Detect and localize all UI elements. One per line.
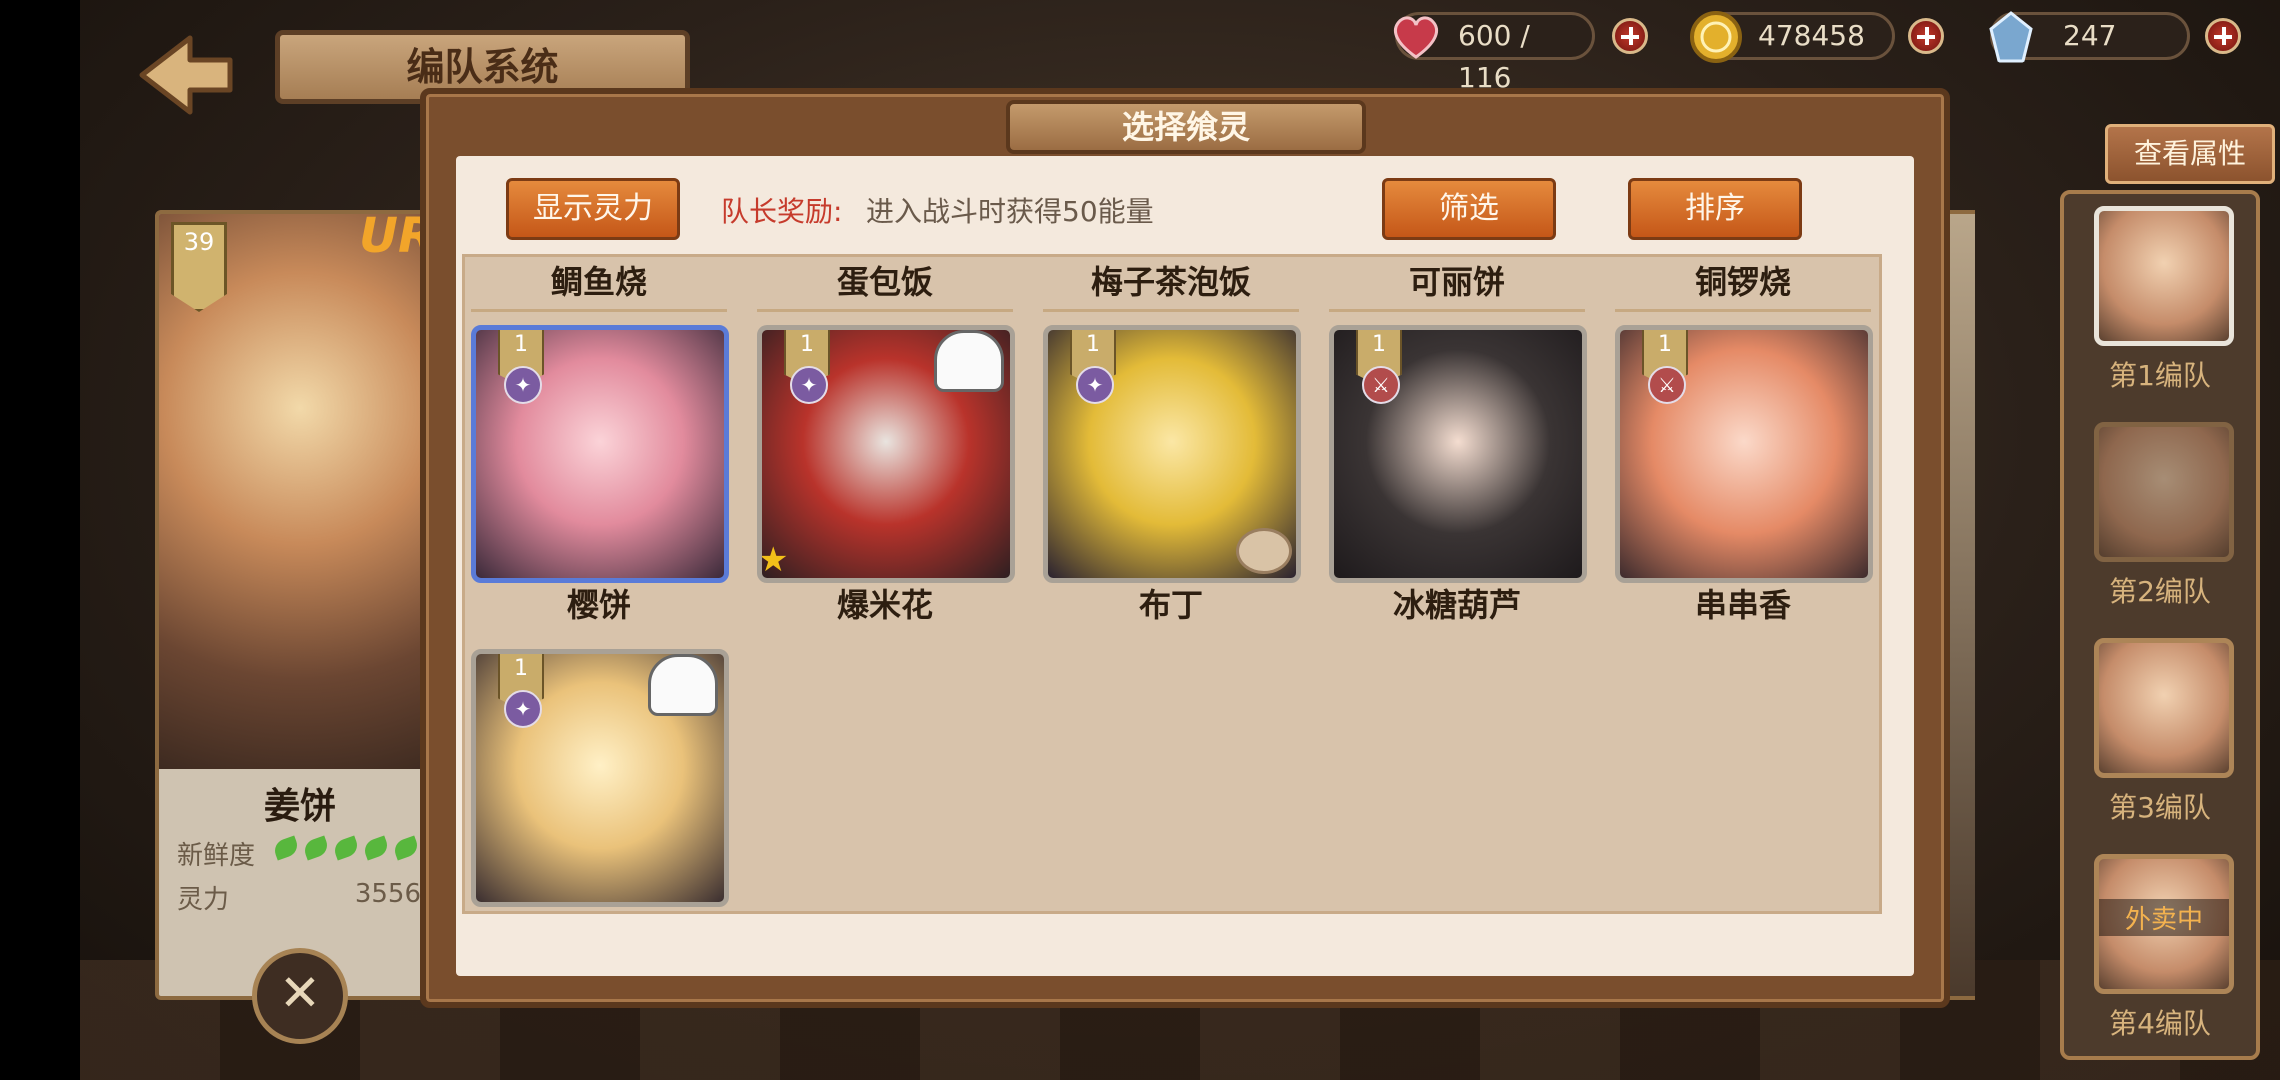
team-3-thumb[interactable]: [2094, 638, 2234, 778]
team-4-label: 第4编队: [2109, 1007, 2211, 1040]
card-name: 爆米花: [836, 586, 933, 624]
leader-name: 姜饼: [263, 786, 336, 827]
card-name: 樱饼: [566, 586, 631, 624]
card-name: 冰糖葫芦: [1392, 586, 1521, 624]
partial-name[interactable]: 梅子茶泡饭: [1043, 257, 1299, 312]
add-stamina-button[interactable]: [1612, 18, 1648, 54]
team-1-thumb[interactable]: [2094, 206, 2234, 346]
partial-name[interactable]: 鲷鱼烧: [471, 257, 727, 312]
card-name: 布丁: [1138, 586, 1203, 624]
character-card-candied-haws[interactable]: 1 ⚔: [1329, 325, 1587, 583]
attack-type-icon: ⚔: [1648, 366, 1686, 404]
team-4-thumb[interactable]: 外卖中: [2094, 854, 2234, 994]
freshness-label: 新鲜度: [177, 841, 256, 871]
team-2-label: 第2编队: [2109, 575, 2211, 608]
card-name: 三明治: [471, 905, 727, 911]
show-power-button[interactable]: 显示灵力: [506, 178, 680, 240]
crystal-value: 247: [2063, 19, 2117, 52]
leaf-icon: [391, 835, 421, 861]
team-1-label: 第1编队: [2109, 359, 2211, 392]
view-attributes-button[interactable]: 查看属性: [2105, 124, 2275, 184]
select-character-modal: 选择飨灵 显示灵力 队长奖励: 进入战斗时获得50能量 筛选 排序 鲷鱼烧 蛋包…: [420, 88, 1950, 1008]
leader-level-badge: 39: [171, 222, 227, 312]
partial-name[interactable]: 蛋包饭: [757, 257, 1013, 312]
heart-icon: [1393, 16, 1439, 59]
back-arrow-icon[interactable]: [130, 30, 240, 120]
partial-name[interactable]: 铜锣烧: [1615, 257, 1871, 312]
team-2-thumb[interactable]: [2094, 422, 2234, 562]
filter-button[interactable]: 筛选: [1382, 178, 1556, 240]
character-card-sandwich[interactable]: 1 ✦: [471, 649, 729, 907]
add-crystal-button[interactable]: [2205, 18, 2241, 54]
power-value: 3556: [354, 879, 421, 909]
team-panel: 第1编队 第2编队 第3编队 外卖中 第4编队: [2060, 190, 2260, 1060]
character-card-pudding[interactable]: 1 ✦: [1043, 325, 1301, 583]
star-icon: ★: [758, 540, 789, 580]
gold-counter: 478458: [1690, 11, 1895, 63]
delivery-badge: 外卖中: [2099, 899, 2229, 936]
stamina-value: 600 / 116: [1458, 19, 1530, 94]
magic-type-icon: ✦: [1076, 366, 1114, 404]
crystal-icon: [1989, 11, 2033, 63]
character-card-sakura-mochi[interactable]: 1 ✦: [471, 325, 729, 583]
utensils-button[interactable]: ✕: [252, 948, 348, 1044]
magic-type-icon: ✦: [790, 366, 828, 404]
leaf-icon: [361, 835, 391, 861]
power-label: 灵力: [177, 885, 230, 915]
leaf-icon: [301, 835, 331, 861]
captain-bonus-label: 队长奖励:: [721, 195, 843, 228]
crystal-counter: 247: [1989, 11, 2190, 63]
captain-bonus-text: 进入战斗时获得50能量: [866, 195, 1154, 228]
gold-coin-icon: [1690, 11, 1742, 63]
partial-name[interactable]: 可丽饼: [1329, 257, 1585, 312]
team-3-label: 第3编队: [2109, 791, 2211, 824]
sort-button[interactable]: 排序: [1628, 178, 1802, 240]
gold-value: 478458: [1758, 19, 1865, 52]
leaf-icon: [331, 835, 361, 861]
leader-card[interactable]: 39 UR 姜饼 新鲜度 灵力 3556: [155, 210, 445, 1000]
nest-icon: [1236, 528, 1292, 574]
leaf-icon: [271, 835, 301, 861]
magic-type-icon: ✦: [504, 690, 542, 728]
character-card-popcorn[interactable]: 1 ✦ ★: [757, 325, 1015, 583]
magic-type-icon: ✦: [504, 366, 542, 404]
chef-hat-icon: [934, 330, 1004, 392]
add-gold-button[interactable]: [1908, 18, 1944, 54]
modal-title: 选择飨灵: [1006, 100, 1366, 154]
character-card-skewers[interactable]: 1 ⚔: [1615, 325, 1873, 583]
attack-type-icon: ⚔: [1362, 366, 1400, 404]
stamina-counter: 600 / 116: [1393, 12, 1595, 94]
chef-hat-icon: [648, 654, 718, 716]
utensils-icon: ✕: [279, 964, 321, 1022]
freshness-leaves: [271, 835, 424, 861]
card-name: 串串香: [1694, 586, 1791, 624]
character-grid: 鲷鱼烧 蛋包饭 梅子茶泡饭 可丽饼 铜锣烧 1 ✦ 樱饼 1 ✦ ★ 爆米花 1…: [462, 254, 1882, 914]
